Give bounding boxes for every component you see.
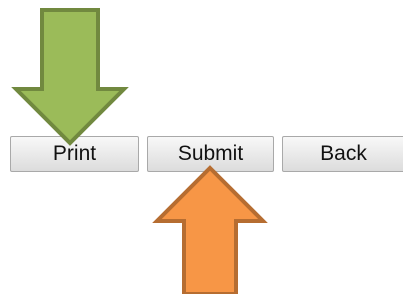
orange-up-arrow-icon	[152, 165, 268, 294]
button-toolbar-screen: Print Submit Back	[0, 0, 403, 294]
